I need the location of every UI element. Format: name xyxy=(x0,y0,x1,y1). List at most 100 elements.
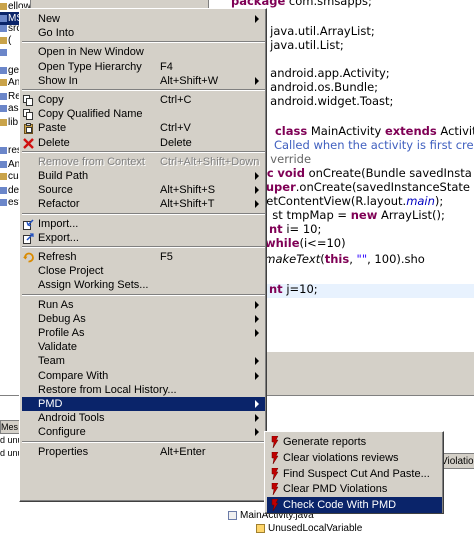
menu-item-validate[interactable]: Validate xyxy=(22,340,265,354)
menu-item-label: PMD xyxy=(38,398,63,410)
violation-tree-rule[interactable]: UnusedLocalVariable xyxy=(256,523,362,535)
menu-item-label: Run As xyxy=(38,298,74,311)
code-token: this xyxy=(324,252,350,266)
menu-separator xyxy=(22,246,265,248)
submenu-arrow-icon xyxy=(255,200,259,209)
menu-item-go-into[interactable]: Go Into xyxy=(22,26,265,40)
menu-item-label: Source xyxy=(38,184,73,197)
menu-item-android-tools[interactable]: Android Tools xyxy=(22,411,265,425)
menu-item-paste[interactable]: Paste Ctrl+V xyxy=(22,121,265,135)
menu-item-delete[interactable]: Delete Delete xyxy=(22,136,265,150)
code-line: super.onCreate(savedInstanceState xyxy=(259,180,470,194)
pmd-item-clear-pmd-violations[interactable]: Clear PMD Violations xyxy=(267,481,442,497)
menu-item-build-path[interactable]: Build Path xyxy=(22,169,265,183)
menu-item-show-in[interactable]: Show In Alt+Shift+W xyxy=(22,74,265,88)
menu-item-import[interactable]: Import... xyxy=(22,217,265,231)
code-token: Activity { xyxy=(440,124,474,138)
menu-item-shortcut: Alt+Shift+W xyxy=(160,74,219,87)
menu-item-label: Debug As xyxy=(38,312,86,325)
menu-item-label: Assign Working Sets... xyxy=(38,279,149,292)
menu-item-open-type-hierarchy[interactable]: Open Type Hierarchy F4 xyxy=(22,60,265,74)
menu-item-copy[interactable]: Copy Ctrl+C xyxy=(22,93,265,107)
menu-item-shortcut: Alt+Enter xyxy=(160,445,206,458)
code-token: "" xyxy=(356,252,368,266)
folder-icon xyxy=(0,2,7,10)
code-line: verride xyxy=(263,152,311,166)
code-token: java.util.List; xyxy=(266,38,344,52)
pmd-item-find-suspect-cut-and-paste[interactable]: Find Suspect Cut And Paste... xyxy=(267,466,442,482)
code-line: st tmpMap = new ArrayList(); xyxy=(265,208,445,222)
menu-item-label: Close Project xyxy=(38,265,104,278)
menu-item-open-in-new-window[interactable]: Open in New Window xyxy=(22,45,265,59)
menu-item-label: Properties xyxy=(38,445,89,458)
code-line: while(i<=10) xyxy=(265,236,346,250)
code-line: class MainActivity extends Activity { xyxy=(264,124,474,138)
code-token: com.smsapps; xyxy=(285,0,372,8)
code-line: package com.smsapps; xyxy=(231,0,372,8)
folder-icon xyxy=(0,36,7,44)
menu-item-debug-as[interactable]: Debug As xyxy=(22,312,265,326)
folder-icon xyxy=(0,24,7,32)
pmd-item-check-code-with-pmd[interactable]: Check Code With PMD xyxy=(267,497,442,514)
code-token: ); xyxy=(434,194,444,208)
menu-item-properties[interactable]: Properties Alt+Enter xyxy=(22,445,265,459)
code-line: nt j=10; xyxy=(269,282,318,296)
pmd-icon xyxy=(271,451,279,464)
code-token: extends xyxy=(384,124,437,138)
menu-item-pmd[interactable]: PMD xyxy=(22,397,265,411)
submenu-arrow-icon xyxy=(255,428,259,437)
code-token: j=10; xyxy=(282,282,318,296)
menu-item-configure[interactable]: Configure xyxy=(22,425,265,439)
pmd-item-generate-reports[interactable]: Generate reports xyxy=(267,434,442,450)
menu-item-label: Show In xyxy=(38,74,78,87)
menu-item-label: Paste xyxy=(38,122,67,135)
menu-item-label: Delete xyxy=(38,136,70,149)
menu-item-label: Refresh xyxy=(38,251,77,263)
pmd-item-clear-violations-reviews[interactable]: Clear violations reviews xyxy=(267,450,442,466)
menu-item-shortcut: Alt+Shift+S xyxy=(160,184,216,197)
submenu-arrow-icon xyxy=(255,76,259,85)
menu-item-refresh[interactable]: Refresh F5 xyxy=(22,250,265,264)
code-token: (i<=10) xyxy=(299,236,346,250)
pmd-item-label: Check Code With PMD xyxy=(283,499,397,512)
menu-item-label: Restore from Local History... xyxy=(38,383,177,396)
folder-icon xyxy=(0,160,7,168)
copy-icon xyxy=(23,95,34,106)
menu-item-export[interactable]: Export... xyxy=(22,231,265,245)
menu-separator xyxy=(22,440,265,443)
menu-item-remove-from-context: Remove from Context Ctrl+Alt+Shift+Down xyxy=(22,155,265,169)
code-token: ArrayList(); xyxy=(377,208,445,222)
menu-item-label: Refactor xyxy=(38,198,80,211)
folder-icon xyxy=(0,48,7,56)
folder-icon xyxy=(0,66,7,74)
menu-item-new[interactable]: New xyxy=(22,12,265,26)
submenu-arrow-icon xyxy=(255,300,259,309)
menu-item-copy-qualified-name[interactable]: Copy Qualified Name xyxy=(22,107,265,121)
menu-separator xyxy=(22,212,265,215)
menu-item-close-project[interactable]: Close Project xyxy=(22,264,265,278)
code-token: , xyxy=(349,252,357,266)
rule-icon xyxy=(256,523,265,533)
menu-item-compare-with[interactable]: Compare With xyxy=(22,369,265,383)
code-token: st tmpMap = xyxy=(265,208,351,222)
menu-item-run-as[interactable]: Run As xyxy=(22,298,265,312)
submenu-arrow-icon xyxy=(255,400,259,408)
code-token: new xyxy=(350,208,378,222)
java-file-icon xyxy=(228,510,237,520)
menu-item-label: Go Into xyxy=(38,27,75,40)
menu-item-label: Profile As xyxy=(38,327,85,339)
menu-item-profile-as[interactable]: Profile As xyxy=(22,326,265,340)
menu-item-assign-working-sets[interactable]: Assign Working Sets... xyxy=(22,278,265,292)
menu-item-team[interactable]: Team xyxy=(22,354,265,368)
menu-item-label: Open in New Window xyxy=(38,46,144,59)
menu-item-restore-from-local-history[interactable]: Restore from Local History... xyxy=(22,383,265,397)
menu-item-refactor[interactable]: Refactor Alt+Shift+T xyxy=(22,197,265,211)
code-token: .onCreate(savedInstanceState xyxy=(295,180,471,194)
menu-item-source[interactable]: Source Alt+Shift+S xyxy=(22,183,265,197)
pmd-item-label: Generate reports xyxy=(283,436,367,448)
folder-icon xyxy=(0,172,7,180)
menu-item-label: Import... xyxy=(38,217,79,230)
explorer-item-label: lib xyxy=(8,117,19,128)
submenu-arrow-icon xyxy=(255,371,259,380)
submenu-arrow-icon xyxy=(255,357,259,366)
